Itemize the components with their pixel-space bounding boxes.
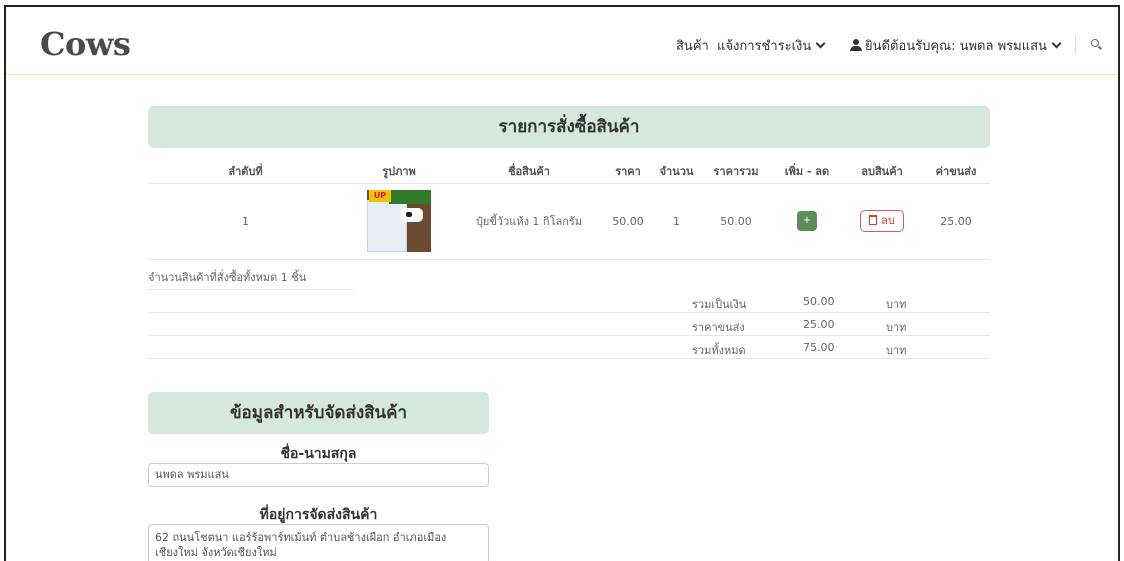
- nav-user-menu[interactable]: ยินดีต้อนรับคุณ: นพดล พรมแสน: [850, 35, 1062, 56]
- table-row: 1 UP ปุ๋ยขี้วัวแห้ง 1 กิโลกรัม 50.00 1 5…: [148, 183, 990, 260]
- delete-button[interactable]: ลบ: [860, 210, 904, 232]
- product-image: UP: [367, 190, 431, 252]
- summary-label: รวมทั้งหมด: [692, 344, 746, 357]
- row-image-cell: UP: [343, 183, 455, 260]
- nav-payment-label: แจ้งการชำระเงิน: [717, 39, 812, 54]
- top-navbar: Cows สินค้า แจ้งการชำระเงิน ยินดีต้อนรับ…: [6, 7, 1118, 75]
- summary-value: 75.00: [803, 341, 835, 354]
- nav-divider: [1075, 36, 1076, 54]
- summary-value: 25.00: [803, 318, 835, 331]
- summary-unit: บาท: [886, 321, 907, 334]
- nav-payment[interactable]: แจ้งการชำระเงิน: [717, 35, 826, 56]
- col-price: ราคา: [603, 159, 653, 184]
- row-no: 1: [148, 183, 343, 260]
- col-no: ลำดับที่: [148, 159, 343, 184]
- row-price: 50.00: [603, 183, 653, 260]
- summary-unit: บาท: [886, 344, 907, 357]
- shipping-section-title: ข้อมูลสำหรับจัดส่งสินค้า: [148, 392, 489, 434]
- col-shipping: ค่าขนส่ง: [922, 159, 990, 184]
- row-shipping: 25.00: [922, 183, 990, 260]
- name-label: ชื่อ-นามสกุล: [280, 446, 357, 462]
- row-total: 50.00: [700, 183, 772, 260]
- col-plus-minus: เพิ่ม - ลด: [772, 159, 842, 184]
- summary-label: รวมเป็นเงิน: [692, 298, 747, 311]
- chevron-down-icon: [815, 38, 826, 49]
- col-image: รูปภาพ: [343, 159, 455, 184]
- col-total: ราคารวม: [700, 159, 772, 184]
- search-icon[interactable]: [1089, 37, 1105, 53]
- address-label: ที่อยู่การจัดส่งสินค้า: [259, 507, 378, 523]
- summary-label: ราคาขนส่ง: [692, 321, 745, 334]
- nav-user-label: ยินดีต้อนรับคุณ: นพดล พรมแสน: [865, 39, 1047, 54]
- summary-value: 50.00: [803, 295, 835, 308]
- order-table: ลำดับที่ รูปภาพ ชื่อสินค้า ราคา จำนวน รา…: [148, 159, 990, 260]
- row-product-name: ปุ๋ยขี้วัวแห้ง 1 กิโลกรัม: [455, 183, 603, 260]
- address-field[interactable]: 62 ถนนโชตนา แอร์ร้อพาร์ทเม้นท์ ตำบลช้างเ…: [148, 524, 489, 561]
- order-section-title: รายการสั่งซื้อสินค้า: [148, 106, 990, 148]
- increase-button[interactable]: +: [797, 211, 817, 231]
- name-field[interactable]: นพดล พรมแสน: [148, 463, 489, 487]
- app-frame: Cows สินค้า แจ้งการชำระเงิน ยินดีต้อนรับ…: [4, 5, 1120, 561]
- brand-logo[interactable]: Cows: [40, 25, 131, 63]
- order-table-header: ลำดับที่ รูปภาพ ชื่อสินค้า ราคา จำนวน รา…: [148, 159, 990, 184]
- row-plus-cell: +: [772, 183, 842, 260]
- summary-row-subtotal: รวมเป็นเงิน 50.00 บาท: [148, 290, 990, 313]
- row-delete-cell: ลบ: [842, 183, 922, 260]
- nav-products[interactable]: สินค้า: [676, 35, 709, 56]
- col-qty: จำนวน: [653, 159, 700, 184]
- col-delete: ลบสินค้า: [842, 159, 922, 184]
- summary-row-grand-total: รวมทั้งหมด 75.00 บาท: [148, 336, 990, 359]
- trash-icon: [869, 215, 878, 225]
- row-qty: 1: [653, 183, 700, 260]
- chevron-down-icon: [1051, 38, 1062, 49]
- summary-unit: บาท: [886, 298, 907, 311]
- summary-row-shipping: ราคาขนส่ง 25.00 บาท: [148, 313, 990, 336]
- col-name: ชื่อสินค้า: [455, 159, 603, 184]
- item-count-text: จำนวนสินค้าที่สั่งซื้อทั้งหมด 1 ชิ้น: [148, 269, 353, 290]
- user-icon: [850, 39, 862, 51]
- delete-label: ลบ: [881, 214, 895, 227]
